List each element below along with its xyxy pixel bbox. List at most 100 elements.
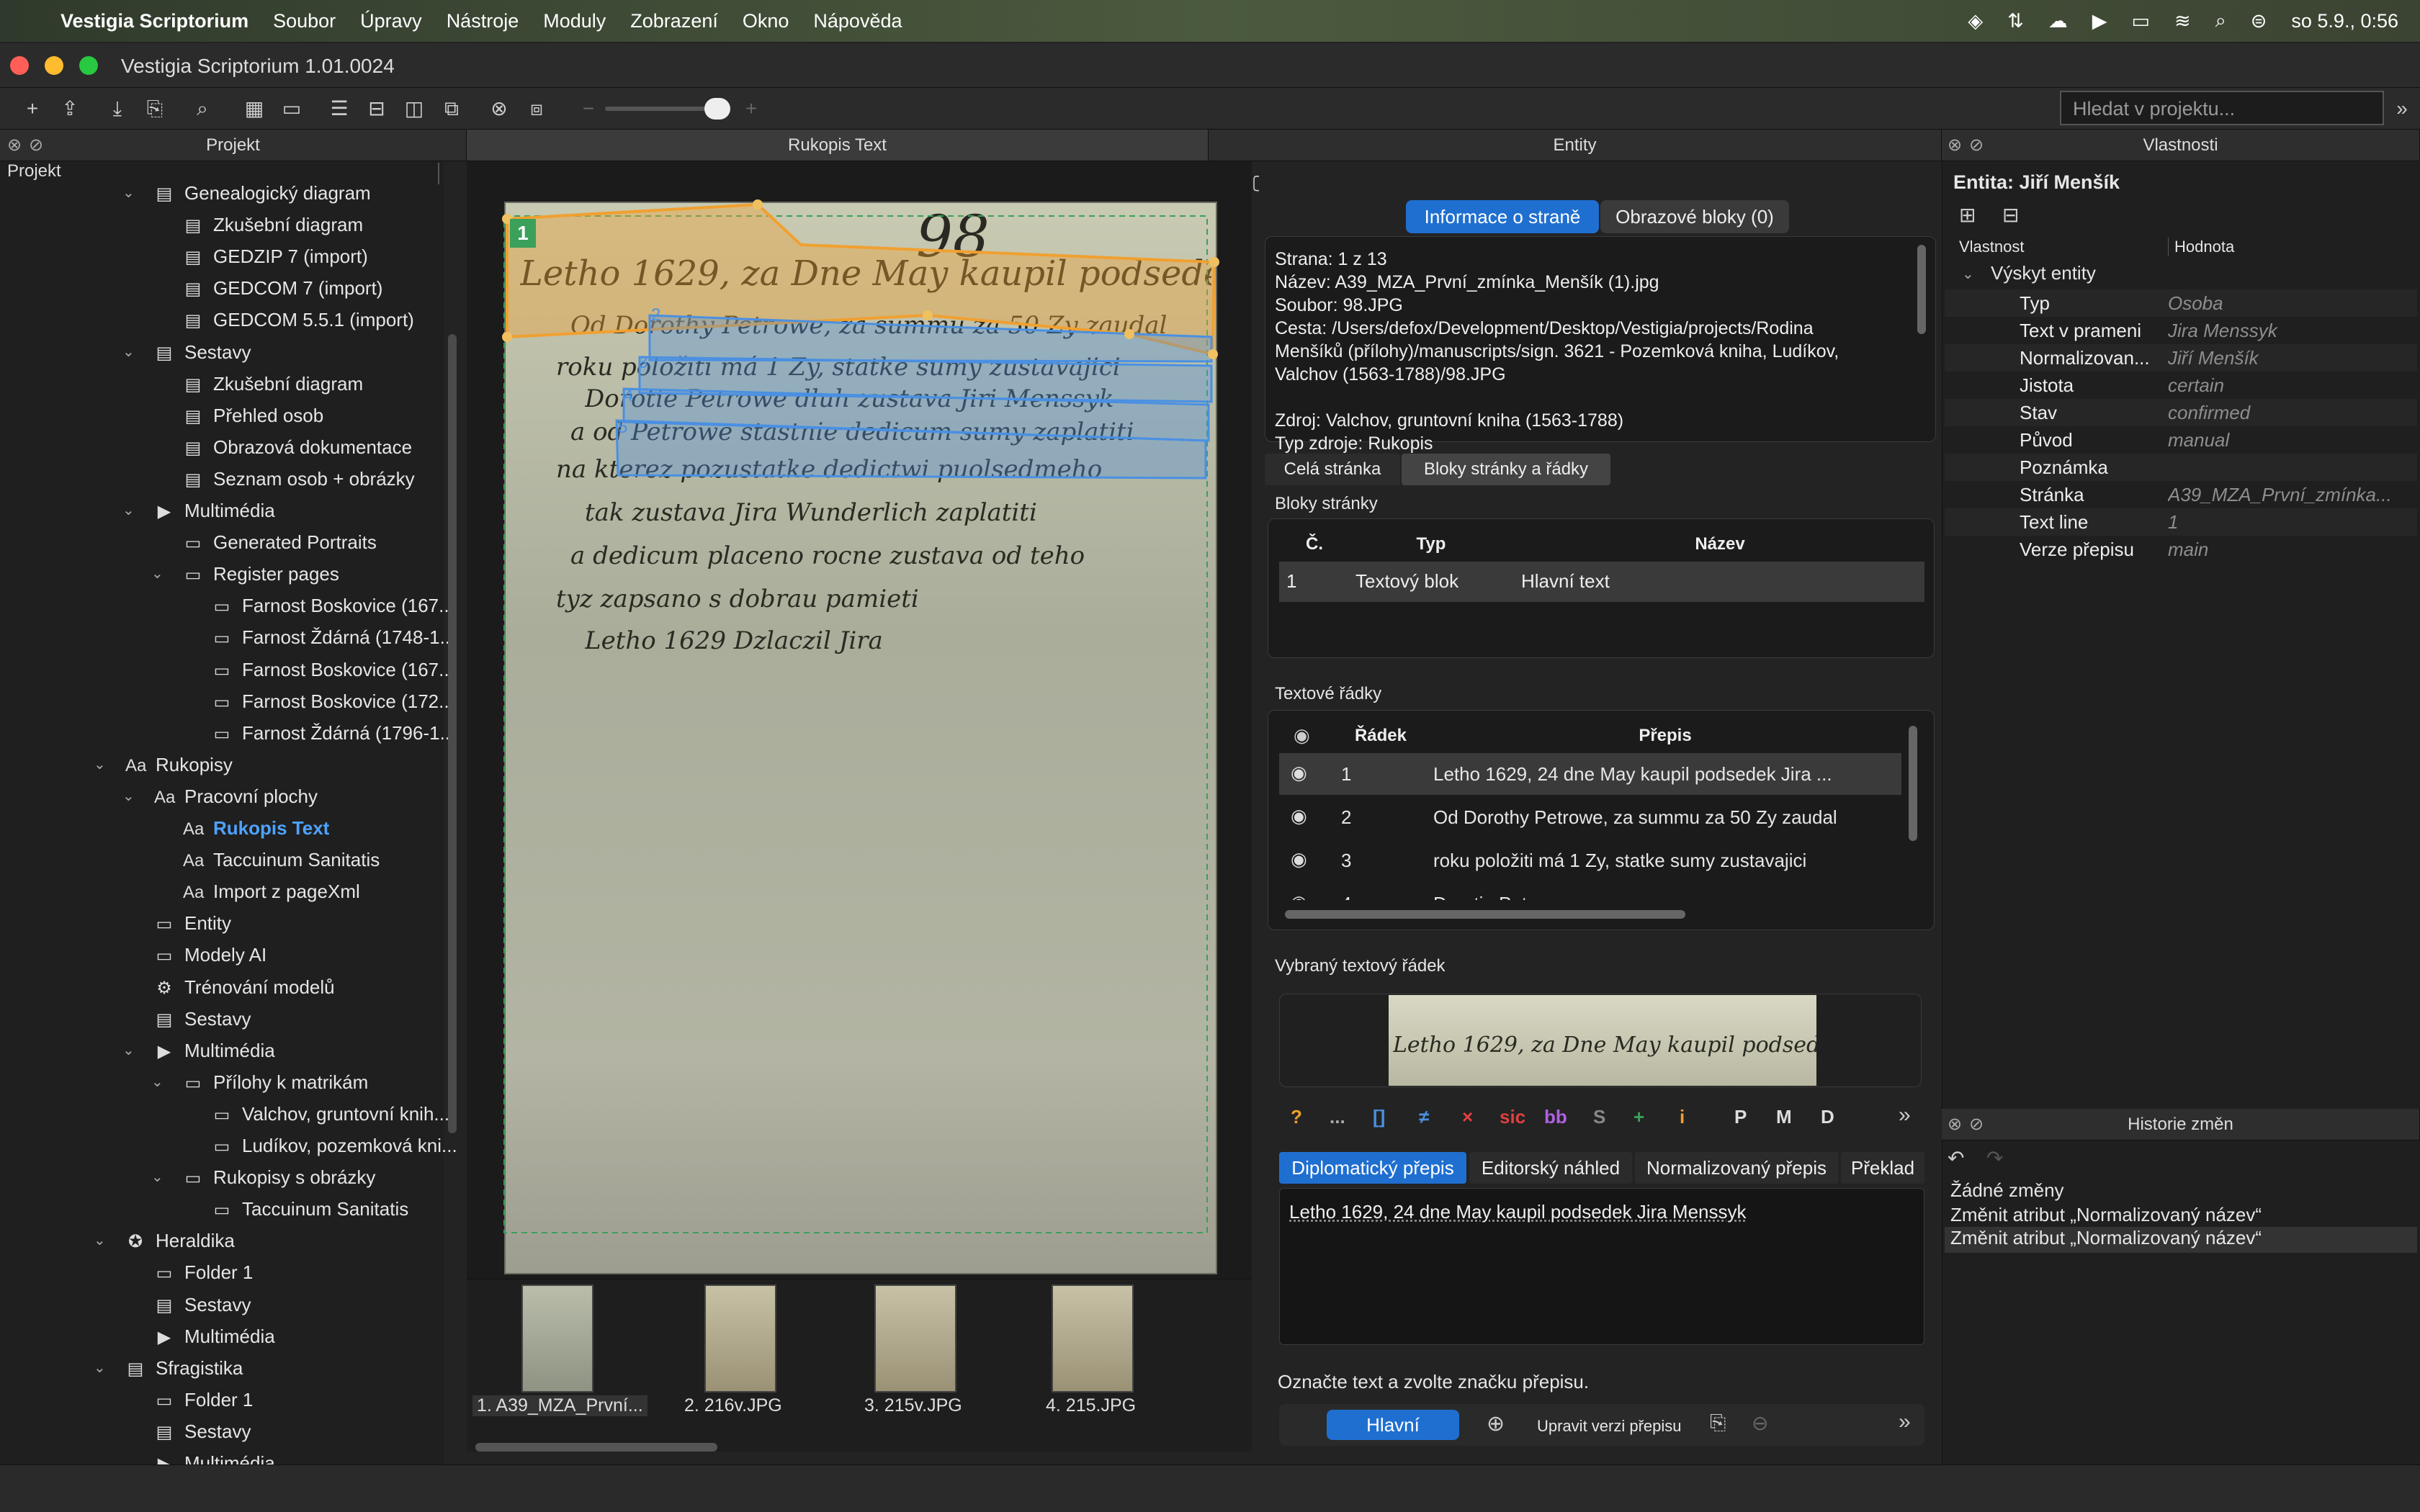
grid-view-icon[interactable]: ▦: [242, 96, 266, 121]
transcription-marker-button[interactable]: ×: [1462, 1106, 1473, 1128]
segment-page-info[interactable]: Informace o straně: [1406, 200, 1599, 233]
version-more-icon[interactable]: »: [1899, 1410, 1911, 1434]
transcription-marker-button[interactable]: D: [1821, 1106, 1834, 1128]
tree-item[interactable]: Aa Rukopis Text: [0, 812, 444, 844]
expand-all-icon[interactable]: ⊞: [1959, 203, 1976, 227]
chevron-down-icon[interactable]: ⌄: [122, 495, 135, 526]
transcription-tab[interactable]: Normalizovaný přepis: [1635, 1152, 1838, 1184]
tab-page-blocks-lines[interactable]: Bloky stránky a řádky: [1402, 454, 1610, 485]
add-version-icon[interactable]: ⊕: [1487, 1411, 1505, 1436]
tree-item[interactable]: ▤ Přehled osob: [0, 400, 444, 431]
clock[interactable]: so 5.9., 0:56: [2291, 10, 2398, 32]
transcription-marker-button[interactable]: ...: [1330, 1106, 1345, 1128]
tab-whole-page[interactable]: Celá stránka: [1265, 454, 1400, 485]
tree-item[interactable]: ⌄ ▤ Sestavy: [0, 336, 444, 368]
property-row[interactable]: Poznámka: [1945, 454, 2417, 481]
tree-item[interactable]: ▤ Seznam osob + obrázky: [0, 463, 444, 495]
transcription-tab[interactable]: Diplomatický přepis: [1279, 1152, 1466, 1184]
tree-item[interactable]: ▭ Valchov, gruntovní knih...: [0, 1098, 449, 1130]
transcription-marker-button[interactable]: P: [1734, 1106, 1747, 1128]
cloud-icon[interactable]: ☁: [2048, 10, 2068, 32]
history-item-2[interactable]: Změnit atribut „Normalizovaný název“: [1950, 1204, 2262, 1226]
tree-item[interactable]: ▭ Taccuinum Sanitatis: [0, 1193, 444, 1225]
history-item-1[interactable]: Žádné změny: [1950, 1179, 2064, 1202]
eye-icon[interactable]: ◉: [1291, 891, 1307, 900]
property-row[interactable]: Stav confirmed: [1945, 399, 2417, 426]
tree-item[interactable]: ▶ Multimédia: [0, 1320, 444, 1352]
copy-version-icon[interactable]: ⎘: [1710, 1411, 1726, 1435]
split-vertical-icon[interactable]: ◫: [402, 96, 426, 121]
zoom-out-small-icon[interactable]: −: [576, 96, 601, 121]
tree-item[interactable]: ⌄ ▶ Multimédia: [0, 495, 444, 526]
tree-item[interactable]: ⌄ ▶ Multimédia: [0, 1035, 444, 1066]
image-view-icon[interactable]: ▭: [279, 96, 304, 121]
close-pane-icon[interactable]: ⊗: [1948, 130, 1962, 161]
markers-more-icon[interactable]: »: [1899, 1103, 1911, 1128]
thumbnail-scrollbar[interactable]: [475, 1443, 717, 1452]
expand-toolbar-icon[interactable]: »: [2390, 96, 2414, 121]
chevron-down-icon[interactable]: ⌄: [122, 336, 135, 368]
chevron-down-icon[interactable]: ⌄: [94, 1352, 106, 1384]
thumbnail-label-2[interactable]: 2. 216v.JPG: [684, 1395, 782, 1416]
import-icon[interactable]: ⤓: [105, 96, 130, 121]
table-row[interactable]: ◉ 3 roku položiti má 1 Zy, statke sumy zus…: [1279, 840, 1901, 881]
text-layout-icon[interactable]: ☰: [327, 96, 351, 121]
tab-rukopis-text[interactable]: Rukopis Text: [467, 130, 1209, 161]
zoom-slider-knob[interactable]: [704, 98, 730, 120]
property-row[interactable]: Normalizovan... Jiří Menšík: [1945, 344, 2417, 372]
region-badge-1[interactable]: 1: [510, 219, 536, 248]
zoom-window-button[interactable]: [79, 56, 98, 75]
transcription-marker-button[interactable]: ?: [1291, 1106, 1302, 1128]
tree-item[interactable]: ▭ Generated Portraits: [0, 526, 444, 558]
version-main-button[interactable]: Hlavní: [1327, 1410, 1459, 1440]
tree-item[interactable]: ▤ GEDZIP 7 (import): [0, 240, 444, 272]
zoom-in-small-icon[interactable]: +: [739, 96, 763, 121]
tree-item[interactable]: ▭ Farnost Ždárná (1796-1...: [0, 717, 456, 749]
close-pane-icon[interactable]: ⊗: [7, 130, 22, 161]
add-icon[interactable]: +: [20, 96, 45, 121]
transcription-marker-button[interactable]: M: [1776, 1106, 1792, 1128]
tree-item[interactable]: ⚙ Trénování modelů: [0, 971, 444, 1003]
tree-item[interactable]: ▭ Folder 1: [0, 1384, 444, 1416]
windows-icon[interactable]: ⧉: [439, 96, 464, 121]
chevron-down-icon[interactable]: ⌄: [94, 749, 106, 780]
selected-line-image[interactable]: Letho 1629, za Dne May kaupil podsedek J…: [1389, 995, 1816, 1086]
cancel-icon[interactable]: ⊗: [487, 96, 511, 121]
tree-scrollbar[interactable]: [448, 334, 457, 1133]
undo-icon[interactable]: ↶: [1948, 1146, 1964, 1170]
eye-icon[interactable]: ◉: [1291, 805, 1307, 827]
lines-col-transcription[interactable]: Přepis: [1428, 726, 1903, 746]
tree-item[interactable]: ▤ Sestavy: [0, 1003, 444, 1035]
close-pane-icon[interactable]: ⊗: [1948, 1109, 1962, 1140]
transcription-marker-button[interactable]: bb: [1544, 1106, 1567, 1128]
thumbnail-3[interactable]: [874, 1284, 956, 1392]
sync-icon[interactable]: ⇅: [2007, 10, 2024, 32]
minimize-window-button[interactable]: [45, 56, 63, 75]
control-center-icon[interactable]: ⊜: [2251, 10, 2267, 32]
history-item-3[interactable]: Změnit atribut „Normalizovaný název“: [1945, 1227, 2417, 1253]
eye-icon[interactable]: ◉: [1291, 848, 1307, 870]
battery-icon[interactable]: ▭: [2132, 10, 2151, 32]
transcription-marker-button[interactable]: +: [1634, 1106, 1644, 1128]
tree-item[interactable]: ▭ Entity: [0, 907, 444, 939]
tree-item[interactable]: ▤ Zkušební diagram: [0, 209, 444, 240]
tree-item[interactable]: ▭ Folder 1: [0, 1256, 444, 1288]
transcription-text[interactable]: Letho 1629, 24 dne May kaupil podsedek J…: [1289, 1201, 1747, 1223]
tree-item[interactable]: ▭ Modely AI: [0, 939, 444, 971]
tree-item[interactable]: ▭ Farnost Boskovice (167...: [0, 590, 454, 621]
tab-entity[interactable]: Entity: [1209, 130, 1942, 161]
menu-napoveda[interactable]: Nápověda: [813, 10, 902, 32]
thumbnail-label-3[interactable]: 3. 215v.JPG: [864, 1395, 962, 1416]
tree-item[interactable]: ▤ Obrazová dokumentace: [0, 431, 444, 463]
tree-item[interactable]: ▤ GEDCOM 5.5.1 (import): [0, 304, 444, 336]
tree-item[interactable]: ▤ Zkušební diagram: [0, 368, 444, 400]
chevron-down-icon[interactable]: ⌄: [122, 177, 135, 209]
property-row[interactable]: Stránka A39_MZA_První_zmínka...: [1945, 481, 2417, 508]
duplicate-icon[interactable]: ⧈: [524, 96, 549, 121]
project-search-input[interactable]: Hledat v projektu...: [2060, 91, 2384, 125]
tree-item[interactable]: ▭ Ludíkov, pozemková kni...: [0, 1130, 457, 1161]
spotlight-search-icon[interactable]: ⌕: [2215, 9, 2226, 32]
thumbnail-label-4[interactable]: 4. 215.JPG: [1046, 1395, 1136, 1416]
table-row[interactable]: ◉ 2 Od Dorothy Petrowe, za summu za 50 Zy …: [1279, 796, 1901, 838]
transcription-tab[interactable]: Editorský náhled: [1469, 1152, 1632, 1184]
